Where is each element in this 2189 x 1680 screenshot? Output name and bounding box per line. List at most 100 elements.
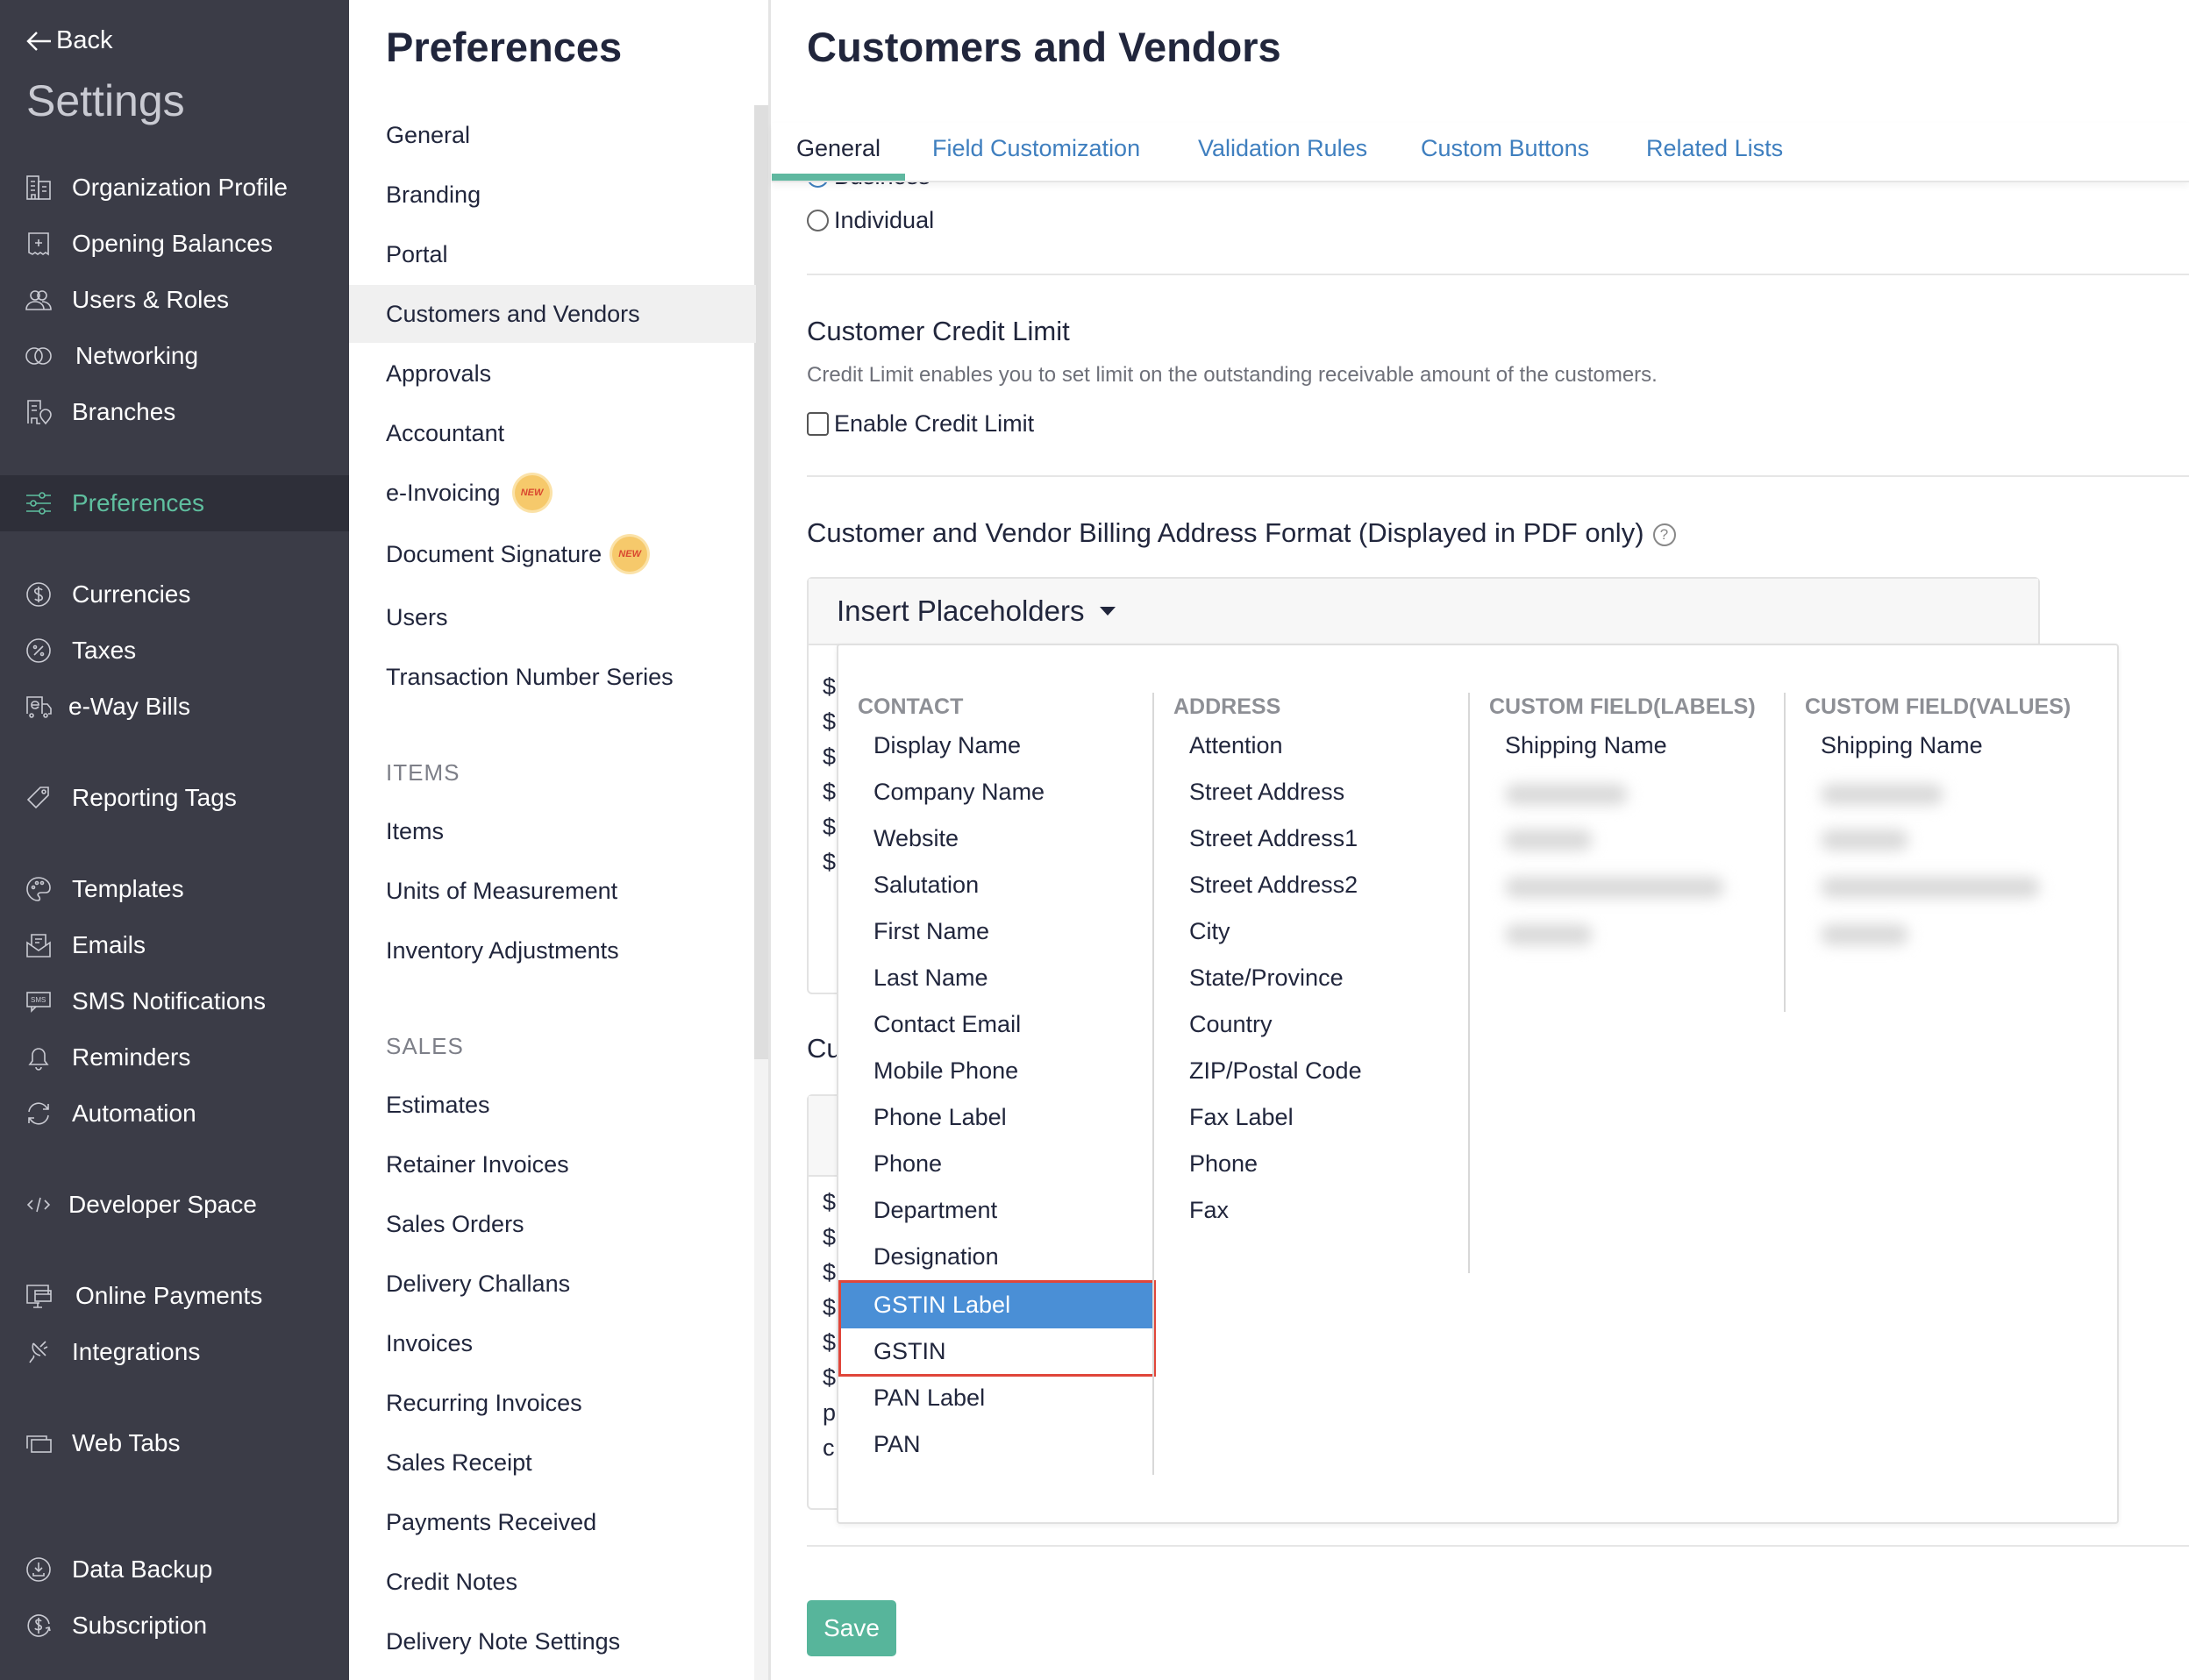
pref-item-retainer-invoices[interactable]: Retainer Invoices: [349, 1138, 756, 1191]
insert-placeholders-button[interactable]: Insert Placeholders: [809, 579, 2038, 645]
sidebar-item-label: SMS Notifications: [72, 987, 266, 1014]
pref-item-customers-and-vendors[interactable]: Customers and Vendors: [349, 285, 756, 343]
sidebar-item-branches[interactable]: Branches: [0, 386, 349, 438]
placeholder-item[interactable]: Shipping Name: [1470, 723, 1784, 769]
pref-item-delivery-note-settings[interactable]: Delivery Note Settings: [349, 1615, 756, 1668]
placeholder-item[interactable]: Country: [1154, 1001, 1468, 1048]
enable-credit-limit-checkbox[interactable]: Enable Credit Limit: [807, 410, 1034, 438]
placeholder-item[interactable]: ZIP/Postal Code: [1154, 1048, 1468, 1094]
pref-item-delivery-challans[interactable]: Delivery Challans: [349, 1257, 756, 1310]
sidebar-item-label: Branches: [72, 398, 176, 425]
sidebar-item-sms-notifications[interactable]: SMS SMS Notifications: [0, 975, 349, 1028]
pref-item-invoices[interactable]: Invoices: [349, 1317, 756, 1370]
pref-item-sales-orders[interactable]: Sales Orders: [349, 1198, 756, 1250]
sidebar-item-currencies[interactable]: Currencies: [0, 568, 349, 621]
pref-item-payments-received[interactable]: Payments Received: [349, 1496, 756, 1548]
sidebar-item-networking[interactable]: Networking: [0, 330, 349, 382]
placeholder-item[interactable]: Phone Label: [838, 1094, 1152, 1141]
sidebar-item-online-payments[interactable]: Online Payments: [0, 1270, 349, 1322]
placeholder-item[interactable]: Fax Label: [1154, 1094, 1468, 1141]
placeholder-item[interactable]: Fax: [1154, 1187, 1468, 1234]
preferences-scrollbar[interactable]: [754, 105, 768, 1059]
tab-related-lists[interactable]: Related Lists: [1646, 135, 1783, 162]
sidebar-item-emails[interactable]: Emails: [0, 919, 349, 972]
sidebar-item-data-backup[interactable]: Data Backup: [0, 1543, 349, 1596]
back-button[interactable]: Back: [25, 26, 112, 55]
placeholder-item[interactable]: State/Province: [1154, 955, 1468, 1001]
tab-custom-buttons[interactable]: Custom Buttons: [1421, 135, 1589, 162]
pref-item-approvals[interactable]: Approvals: [349, 347, 756, 400]
placeholder-item[interactable]: Website: [838, 815, 1152, 862]
pref-item-users[interactable]: Users: [349, 591, 756, 644]
sidebar-item-automation[interactable]: Automation: [0, 1087, 349, 1140]
sidebar-item-developer-space[interactable]: Developer Space: [0, 1178, 349, 1231]
pref-item-document-signature[interactable]: Document Signature NEW: [349, 528, 756, 580]
sidebar-item-opening-balances[interactable]: Opening Balances: [0, 217, 349, 270]
sliders-icon: [25, 489, 53, 517]
pref-item-recurring-invoices[interactable]: Recurring Invoices: [349, 1377, 756, 1429]
sidebar-item-e-way-bills[interactable]: e-Way Bills: [0, 680, 349, 733]
sidebar-item-templates[interactable]: Templates: [0, 863, 349, 915]
tab-general[interactable]: General: [796, 135, 881, 162]
sidebar-item-preferences[interactable]: Preferences: [0, 475, 349, 531]
pref-item-label: Delivery Challans: [386, 1270, 571, 1297]
pref-item-inventory-adjustments[interactable]: Inventory Adjustments: [349, 924, 756, 977]
pref-item-general[interactable]: General: [349, 109, 756, 161]
placeholder-item[interactable]: Mobile Phone: [838, 1048, 1152, 1094]
tab-validation-rules[interactable]: Validation Rules: [1198, 135, 1367, 162]
placeholder-item-highlighted[interactable]: GSTIN Label: [838, 1282, 1152, 1328]
placeholder-item[interactable]: City: [1154, 908, 1468, 955]
sidebar-item-label: Web Tabs: [72, 1429, 181, 1456]
sidebar-item-reminders[interactable]: Reminders: [0, 1031, 349, 1084]
placeholder-item[interactable]: Phone: [838, 1141, 1152, 1187]
pref-item-units-of-measurement[interactable]: Units of Measurement: [349, 865, 756, 917]
checkbox[interactable]: [807, 412, 829, 436]
sidebar-item-web-tabs[interactable]: Web Tabs: [0, 1417, 349, 1470]
settings-title: Settings: [26, 76, 185, 125]
radio-individual[interactable]: Individual: [807, 207, 934, 234]
pref-item-branding[interactable]: Branding: [349, 168, 756, 221]
pref-item-items[interactable]: Items: [349, 805, 756, 858]
pref-item-portal[interactable]: Portal: [349, 228, 756, 281]
satellite-icon: [25, 1338, 53, 1366]
placeholder-item[interactable]: Phone: [1154, 1141, 1468, 1187]
placeholder-item[interactable]: Last Name: [838, 955, 1152, 1001]
placeholder-item[interactable]: Street Address2: [1154, 862, 1468, 908]
placeholder-item[interactable]: Street Address1: [1154, 815, 1468, 862]
placeholder-item[interactable]: Salutation: [838, 862, 1152, 908]
placeholder-item[interactable]: PAN Label: [838, 1375, 1152, 1421]
placeholder-item[interactable]: Department: [838, 1187, 1152, 1234]
pref-item-sales-receipt[interactable]: Sales Receipt: [349, 1436, 756, 1489]
sidebar-item-taxes[interactable]: Taxes: [0, 624, 349, 677]
editor-line: $: [823, 1259, 837, 1285]
save-button[interactable]: Save: [807, 1600, 896, 1656]
pref-item-transaction-number-series[interactable]: Transaction Number Series: [349, 651, 756, 703]
placeholder-item[interactable]: Shipping Name: [1786, 723, 2100, 769]
sidebar-item-reporting-tags[interactable]: Reporting Tags: [0, 772, 349, 824]
sidebar-item-users-roles[interactable]: Users & Roles: [0, 274, 349, 326]
radio-button[interactable]: [807, 210, 829, 231]
page-title: Customers and Vendors: [807, 24, 1281, 70]
pref-item-e-invoicing[interactable]: e-Invoicing NEW: [349, 466, 756, 519]
placeholder-item[interactable]: PAN: [838, 1421, 1152, 1468]
pref-item-estimates[interactable]: Estimates: [349, 1078, 756, 1131]
pref-item-accountant[interactable]: Accountant: [349, 407, 756, 459]
sidebar-item-subscription[interactable]: Subscription: [0, 1599, 349, 1652]
placeholder-item[interactable]: Street Address: [1154, 769, 1468, 815]
placeholder-item[interactable]: First Name: [838, 908, 1152, 955]
placeholder-item[interactable]: GSTIN: [838, 1328, 1152, 1375]
help-icon[interactable]: ?: [1652, 523, 1676, 546]
radio-label: Individual: [834, 207, 935, 233]
placeholder-item[interactable]: Attention: [1154, 723, 1468, 769]
sidebar-item-organization-profile[interactable]: Organization Profile: [0, 161, 349, 214]
credit-limit-description: Credit Limit enables you to set limit on…: [807, 363, 1658, 387]
placeholder-item[interactable]: Company Name: [838, 769, 1152, 815]
sidebar-item-integrations[interactable]: Integrations: [0, 1326, 349, 1378]
pref-item-credit-notes[interactable]: Credit Notes: [349, 1555, 756, 1608]
placeholder-item[interactable]: Designation: [838, 1234, 1152, 1280]
sidebar-item-label: Currencies: [72, 580, 191, 608]
tab-field-customization[interactable]: Field Customization: [932, 135, 1140, 162]
placeholder-item[interactable]: Display Name: [838, 723, 1152, 769]
placeholder-item[interactable]: Contact Email: [838, 1001, 1152, 1048]
pref-item-label: Units of Measurement: [386, 877, 618, 904]
